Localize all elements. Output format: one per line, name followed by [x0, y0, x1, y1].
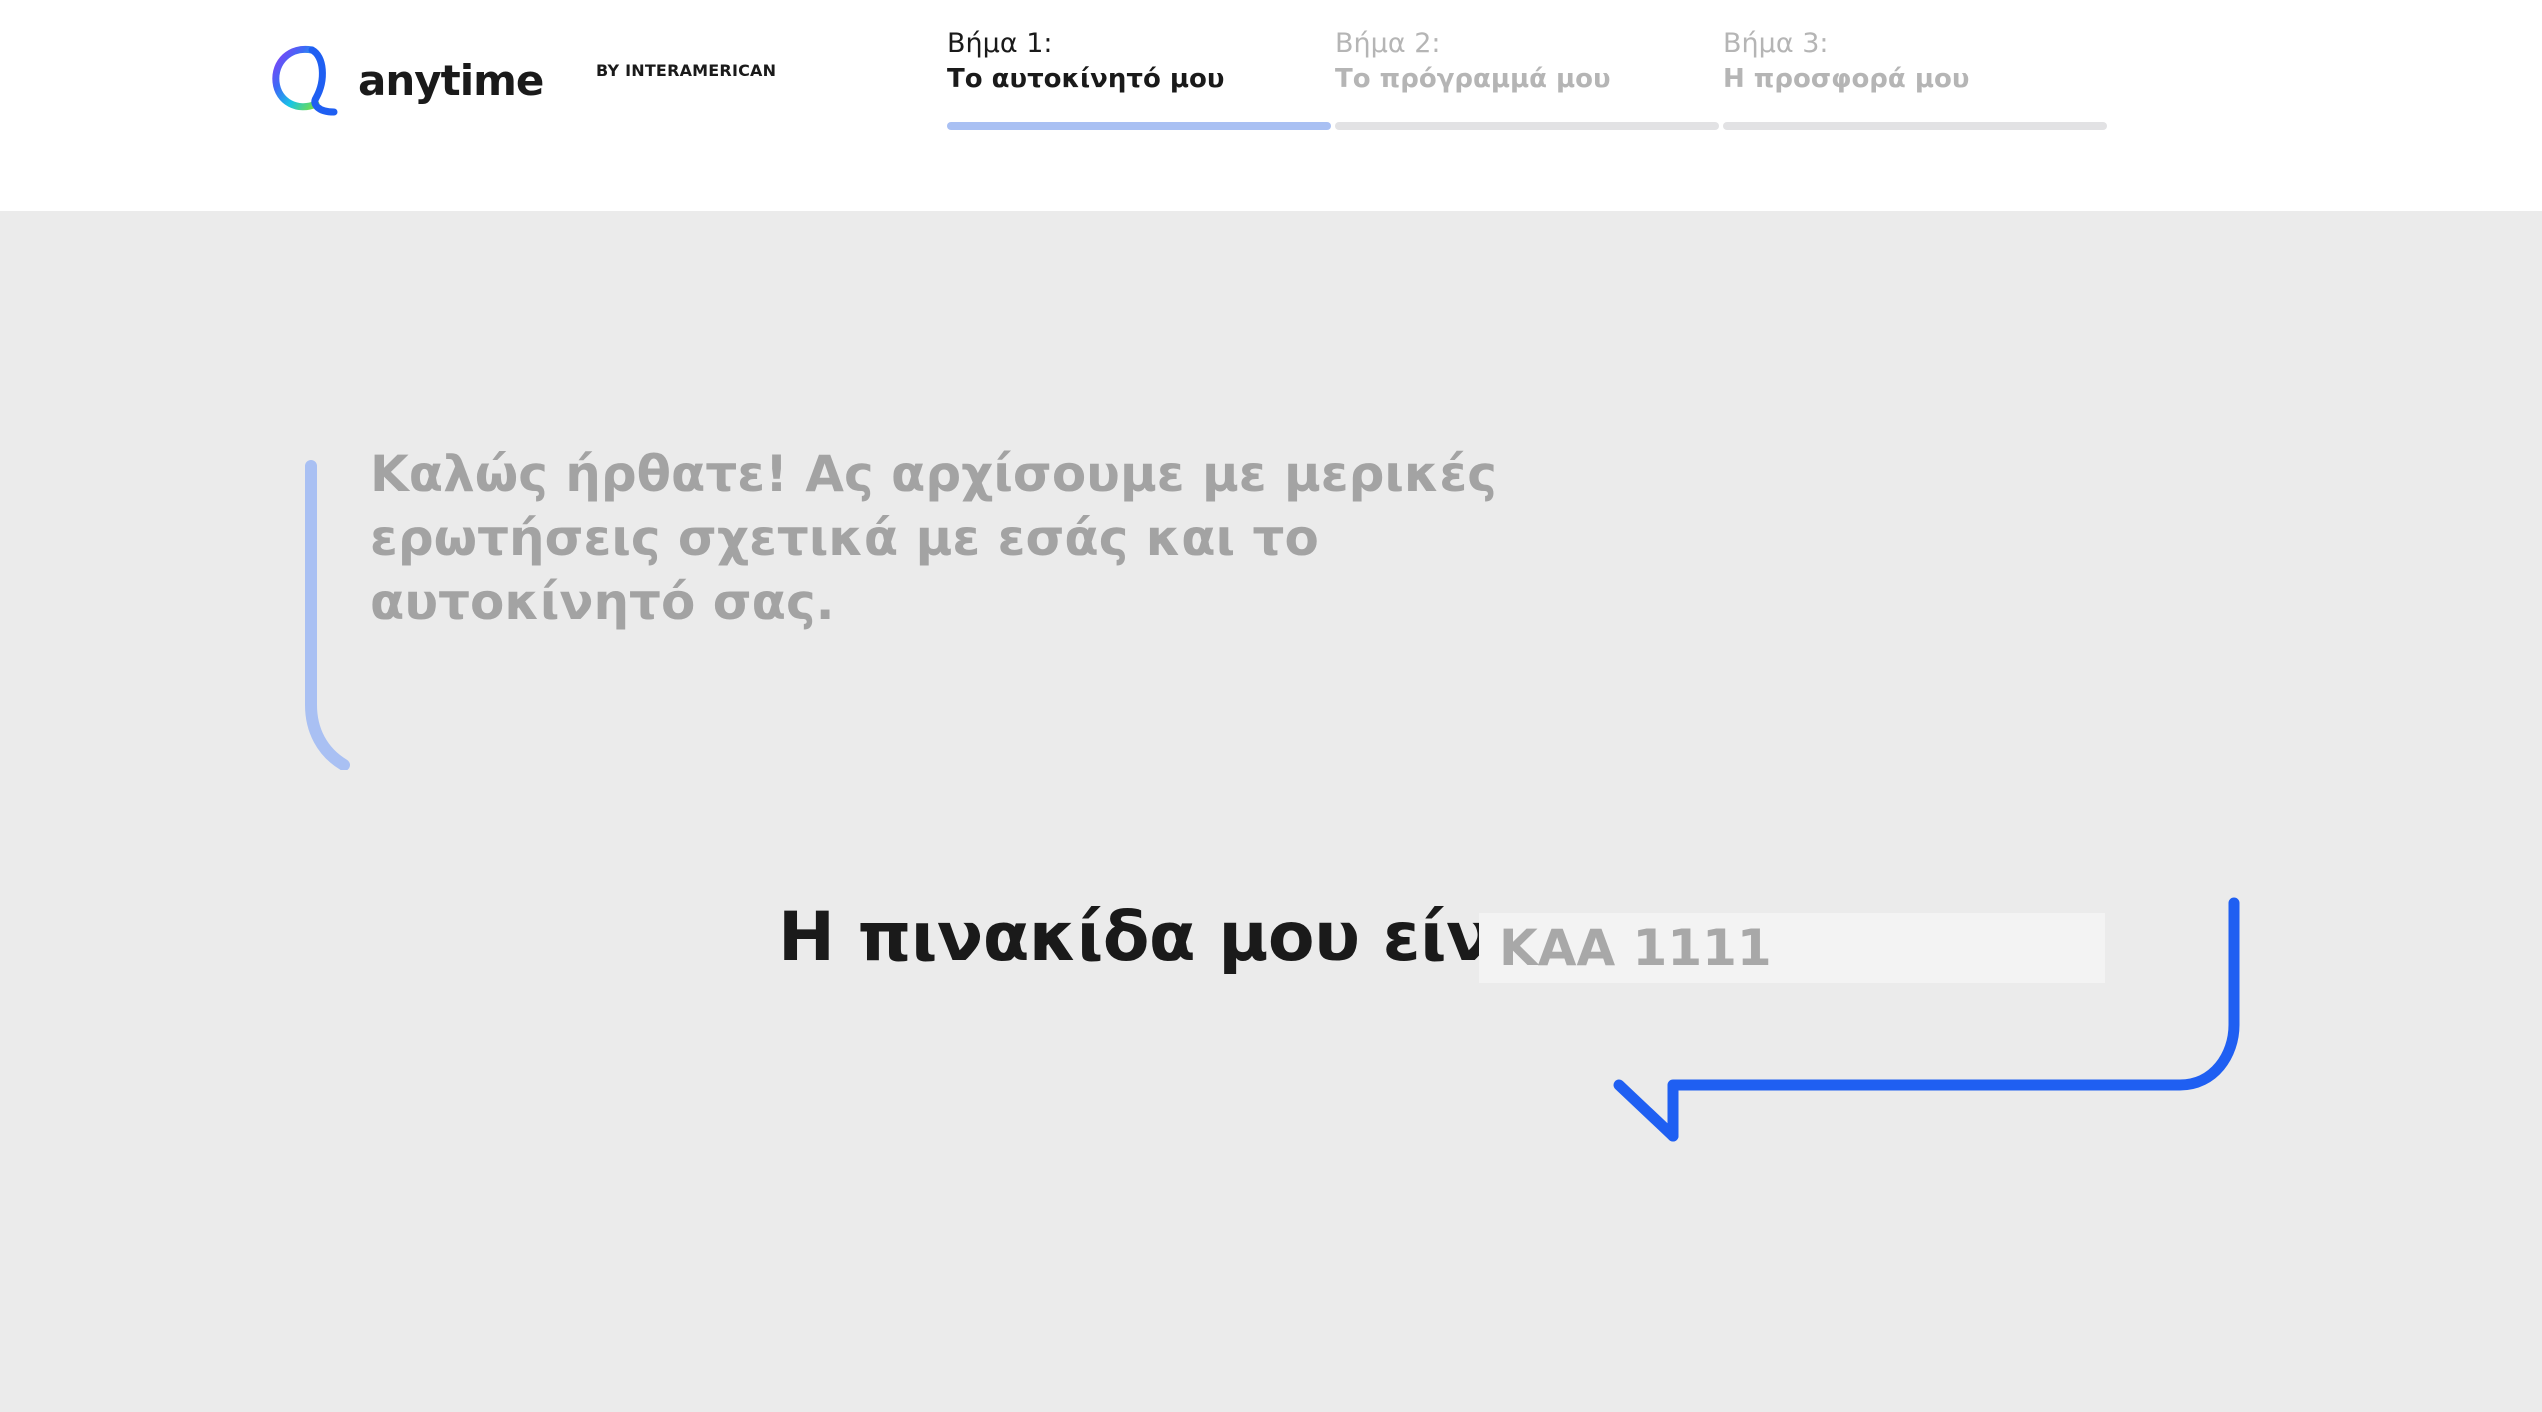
step-3-title: Η προσφορά μου	[1723, 64, 1970, 94]
brand-logo[interactable]: anytime	[268, 40, 544, 120]
intro-accent-line	[305, 460, 350, 770]
header: anytime BY INTERAMERICAN Βήμα 1: Το αυτο…	[0, 0, 2542, 211]
intro-message: Καλώς ήρθατε! Ας αρχίσουμε με μερικές ερ…	[370, 445, 1497, 631]
brand-by: BY INTERAMERICAN	[596, 61, 777, 80]
step-2: Βήμα 2: Το πρόγραμμά μου	[1335, 26, 1719, 136]
step-3-progress-bar	[1723, 122, 2107, 130]
step-3-number: Βήμα 3:	[1723, 28, 1829, 59]
enter-arrow-icon[interactable]	[1600, 895, 2250, 1155]
step-1-progress-bar	[947, 122, 1331, 130]
plate-question-label: Η πινακίδα μου είναι	[778, 898, 1565, 977]
step-1-number: Βήμα 1:	[947, 28, 1053, 59]
step-2-title: Το πρόγραμμά μου	[1335, 64, 1611, 94]
anytime-logo-icon	[272, 45, 338, 116]
step-1-title: Το αυτοκίνητό μου	[947, 64, 1225, 94]
brand-name: anytime	[358, 55, 544, 105]
step-2-progress-bar	[1335, 122, 1719, 130]
step-2-number: Βήμα 2:	[1335, 28, 1441, 59]
step-3: Βήμα 3: Η προσφορά μου	[1723, 26, 2107, 136]
progress-steps: Βήμα 1: Το αυτοκίνητό μου Βήμα 2: Το πρό…	[947, 26, 2107, 136]
page: anytime BY INTERAMERICAN Βήμα 1: Το αυτο…	[0, 0, 2542, 1412]
step-1: Βήμα 1: Το αυτοκίνητό μου	[947, 26, 1331, 136]
